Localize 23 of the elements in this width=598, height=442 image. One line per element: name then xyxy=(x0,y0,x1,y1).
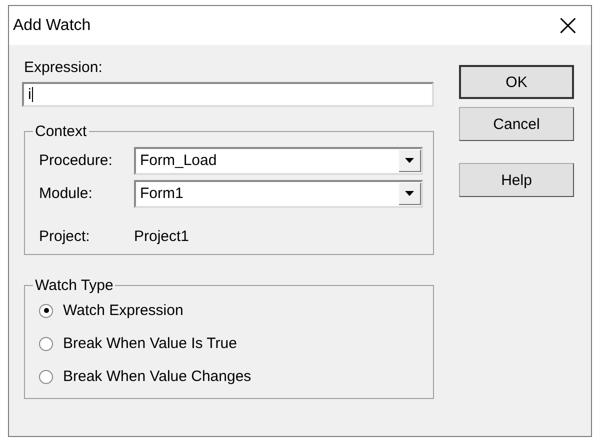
dropdown[interactable]: Form1 xyxy=(134,180,423,208)
field-label: Module: xyxy=(39,185,94,202)
expression-field[interactable]: i xyxy=(22,82,434,107)
dropdown-arrow-icon xyxy=(405,158,414,162)
dialog-button[interactable]: OK xyxy=(459,65,574,99)
field-label: Procedure: xyxy=(39,152,114,169)
group-title: Watch Type xyxy=(34,277,114,294)
dropdown-arrow-icon xyxy=(405,190,414,196)
dropdown[interactable]: Form_Load xyxy=(134,146,423,174)
dialog-button[interactable]: Help xyxy=(459,163,574,197)
group-title: Context xyxy=(34,123,88,140)
expression-label: Expression: xyxy=(24,59,104,76)
radio-label[interactable]: Watch Expression xyxy=(63,302,184,319)
project-value: Project1 xyxy=(134,228,190,244)
radio-button[interactable] xyxy=(39,304,53,318)
radio-button[interactable] xyxy=(39,336,53,350)
dialog-button[interactable]: Cancel xyxy=(459,107,574,141)
field-label: Project: xyxy=(39,228,91,244)
radio-button[interactable] xyxy=(39,370,53,384)
close-button[interactable]: × xyxy=(545,6,591,45)
radio-label[interactable]: Break When Value Changes xyxy=(63,368,252,385)
window-title: Add Watch xyxy=(13,16,91,34)
radio-label[interactable]: Break When Value Is True xyxy=(63,335,237,352)
